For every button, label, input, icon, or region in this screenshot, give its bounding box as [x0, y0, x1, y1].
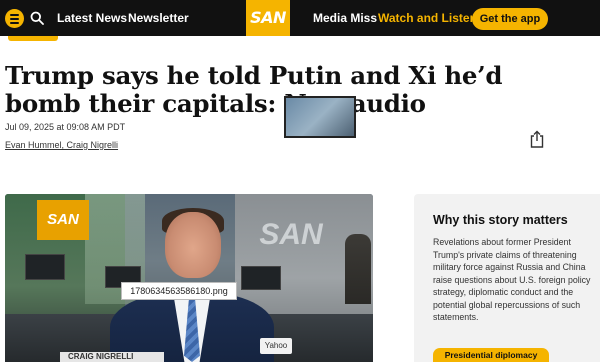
source-badge: Yahoo	[260, 338, 292, 354]
get-the-app-button[interactable]: Get the app	[472, 8, 548, 30]
san-logo[interactable]: SAN	[246, 0, 290, 36]
why-card-body: Revelations about former President Trump…	[433, 237, 591, 322]
image-filename-label: 1780634563586180.png	[121, 282, 237, 300]
studio-monitor-screen	[284, 96, 356, 138]
lower-third-name: CRAIG NIGRELLI	[60, 352, 164, 362]
studio-monitor	[25, 254, 65, 280]
why-story-matters-card: Why this story matters Revelations about…	[414, 194, 600, 362]
studio-sign-left: SAN	[37, 200, 89, 240]
section-tab-accent	[8, 36, 58, 41]
background-person	[345, 234, 371, 304]
why-card-tag[interactable]: Presidential diplomacy	[433, 348, 549, 362]
search-icon[interactable]	[30, 11, 44, 25]
anchor-head	[165, 212, 221, 278]
top-nav-bar: Latest News Newsletter SAN Media Miss Wa…	[0, 0, 600, 36]
nav-watch-and-listen[interactable]: Watch and Listen	[378, 0, 477, 36]
article-authors[interactable]: Evan Hummel, Craig Nigrelli	[5, 140, 118, 150]
nav-newsletter[interactable]: Newsletter	[128, 0, 189, 36]
nav-latest-news[interactable]: Latest News	[57, 0, 127, 36]
share-icon[interactable]	[529, 130, 545, 148]
studio-sign-right: SAN	[259, 218, 323, 251]
studio-monitor	[241, 266, 281, 290]
menu-icon[interactable]	[5, 9, 24, 28]
why-card-title: Why this story matters	[433, 213, 568, 227]
nav-media-miss[interactable]: Media Miss	[313, 0, 377, 36]
article-dateline: Jul 09, 2025 at 09:08 AM PDT	[5, 122, 126, 132]
